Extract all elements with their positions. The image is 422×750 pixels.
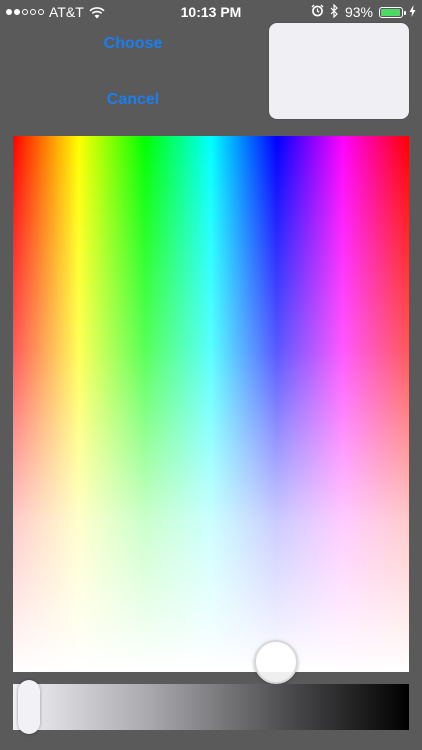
choose-button[interactable]: Choose — [53, 29, 213, 59]
brightness-slider-thumb[interactable] — [18, 680, 40, 734]
bluetooth-icon — [330, 3, 339, 21]
alarm-icon — [311, 4, 324, 20]
battery-icon — [379, 6, 406, 18]
battery-cap — [404, 10, 406, 15]
color-spectrum[interactable] — [13, 136, 409, 672]
cancel-button[interactable]: Cancel — [53, 85, 213, 115]
battery-fill — [381, 8, 400, 16]
brightness-slider[interactable] — [13, 684, 409, 730]
charging-bolt-icon — [409, 4, 416, 20]
spectrum-selector-handle[interactable] — [254, 640, 298, 684]
color-picker-screen: AT&T 10:13 PM 93% Choose Cancel — [0, 0, 422, 750]
battery-percent: 93% — [344, 4, 373, 20]
color-preview-swatch — [269, 23, 409, 119]
status-bar-right: 93% — [311, 3, 416, 21]
status-bar: AT&T 10:13 PM 93% — [0, 0, 422, 24]
